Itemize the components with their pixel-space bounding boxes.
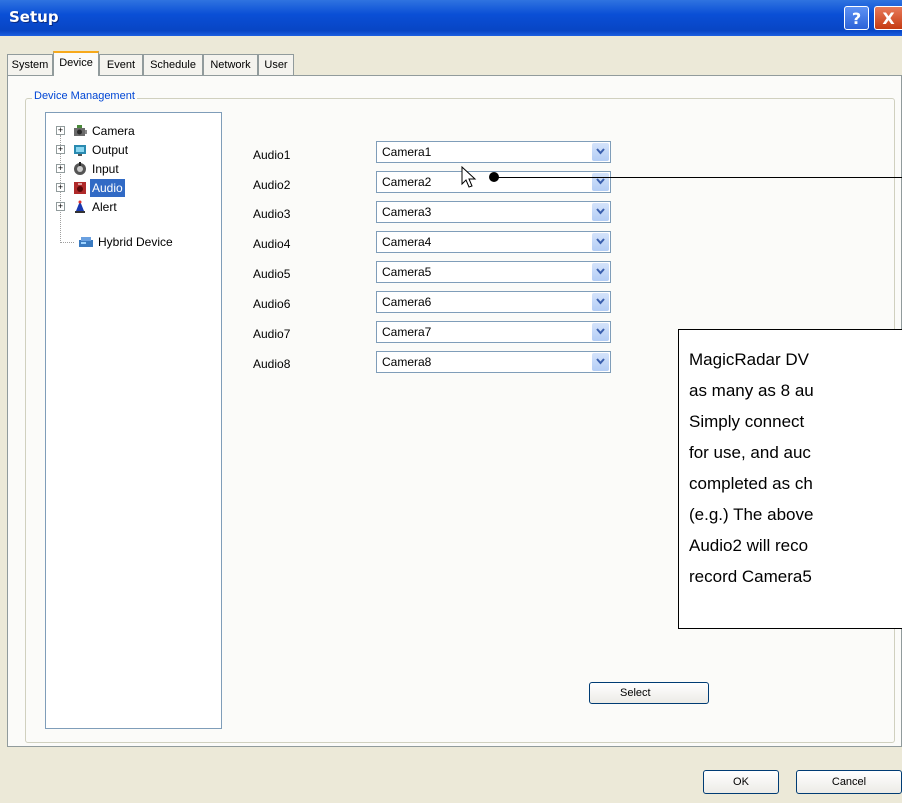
chevron-down-icon: [596, 328, 605, 335]
help-icon: ?: [851, 9, 862, 28]
audio-label: Audio1: [253, 148, 291, 162]
help-button[interactable]: ?: [844, 6, 869, 30]
tree-label: Camera: [92, 124, 135, 138]
dropdown-button[interactable]: [592, 323, 609, 341]
audio3-select[interactable]: Camera3: [376, 201, 611, 223]
dropdown-button[interactable]: [592, 143, 609, 161]
annotation-leader-line: [494, 177, 902, 178]
dropdown-button[interactable]: [592, 173, 609, 191]
select-button[interactable]: Select: [589, 682, 709, 704]
tab-network[interactable]: Network: [203, 54, 258, 75]
tree-label: Input: [92, 162, 119, 176]
expand-icon[interactable]: +: [56, 164, 65, 173]
close-icon: X: [882, 9, 895, 28]
audio-label: Audio6: [253, 297, 291, 311]
tree-label-selected: Audio: [90, 179, 125, 197]
annotation-callout: MagicRadar DV as many as 8 au Simply con…: [678, 329, 902, 629]
chevron-down-icon: [596, 148, 605, 155]
chevron-down-icon: [596, 178, 605, 185]
select-value: Camera1: [382, 145, 432, 159]
callout-line: (e.g.) The above: [689, 505, 814, 524]
callout-line: MagicRadar DV: [689, 350, 809, 369]
callout-line: Simply connect: [689, 412, 805, 431]
audio1-select[interactable]: Camera1: [376, 141, 611, 163]
audio-label: Audio8: [253, 357, 291, 371]
dropdown-button[interactable]: [592, 293, 609, 311]
dropdown-button[interactable]: [592, 203, 609, 221]
chevron-down-icon: [596, 298, 605, 305]
output-icon: [74, 145, 86, 156]
audio-icon: [74, 182, 86, 194]
title-bar[interactable]: Setup ? X: [0, 0, 902, 36]
audio-label: Audio3: [253, 207, 291, 221]
input-icon: [74, 162, 86, 175]
callout-line: Audio2 will reco: [689, 536, 809, 555]
chevron-down-icon: [596, 268, 605, 275]
audio-label: Audio2: [253, 178, 291, 192]
audio8-select[interactable]: Camera8: [376, 351, 611, 373]
select-value: Camera4: [382, 235, 432, 249]
select-value: Camera7: [382, 325, 432, 339]
audio-label: Audio7: [253, 327, 291, 341]
audio-label: Audio4: [253, 237, 291, 251]
tab-user[interactable]: User: [258, 54, 294, 75]
device-tree[interactable]: + Camera + Output + Input + Audio + Aler…: [45, 112, 222, 729]
hybrid-device-icon: [79, 237, 93, 247]
tab-system[interactable]: System: [7, 54, 53, 75]
annotation-dot: [489, 172, 499, 182]
tab-schedule[interactable]: Schedule: [143, 54, 203, 75]
callout-line: completed as ch: [689, 474, 813, 493]
tree-connector: [60, 242, 74, 243]
select-value: Camera6: [382, 295, 432, 309]
audio-label: Audio5: [253, 267, 291, 281]
audio6-select[interactable]: Camera6: [376, 291, 611, 313]
select-value: Camera5: [382, 265, 432, 279]
window-title: Setup: [9, 8, 59, 26]
dropdown-button[interactable]: [592, 353, 609, 371]
audio4-select[interactable]: Camera4: [376, 231, 611, 253]
tab-device[interactable]: Device: [53, 51, 99, 76]
tab-event[interactable]: Event: [99, 54, 143, 75]
cancel-button[interactable]: Cancel: [796, 770, 902, 794]
expand-icon[interactable]: +: [56, 126, 65, 135]
tree-label: Output: [92, 143, 129, 157]
select-value: Camera8: [382, 355, 432, 369]
expand-icon[interactable]: +: [56, 145, 65, 154]
select-value: Camera2: [382, 175, 432, 189]
dropdown-button[interactable]: [592, 233, 609, 251]
tree-label: Hybrid Device: [98, 235, 173, 249]
dropdown-button[interactable]: [592, 263, 609, 281]
expand-icon[interactable]: +: [56, 202, 65, 211]
select-value: Camera3: [382, 205, 432, 219]
expand-icon[interactable]: +: [56, 183, 65, 192]
ok-button[interactable]: OK: [703, 770, 779, 794]
group-label: Device Management: [32, 90, 137, 102]
chevron-down-icon: [596, 208, 605, 215]
close-button[interactable]: X: [874, 6, 902, 30]
tree-label: Alert: [92, 200, 117, 214]
select-button-label: Select: [620, 687, 651, 699]
mouse-cursor-icon: [461, 166, 477, 188]
camera-icon: [74, 125, 87, 136]
audio7-select[interactable]: Camera7: [376, 321, 611, 343]
chevron-down-icon: [596, 238, 605, 245]
callout-line: record Camera5: [689, 567, 812, 586]
chevron-down-icon: [596, 358, 605, 365]
callout-line: for use, and auc: [689, 443, 811, 462]
audio5-select[interactable]: Camera5: [376, 261, 611, 283]
callout-line: as many as 8 au: [689, 381, 814, 400]
alert-icon: [75, 200, 85, 213]
